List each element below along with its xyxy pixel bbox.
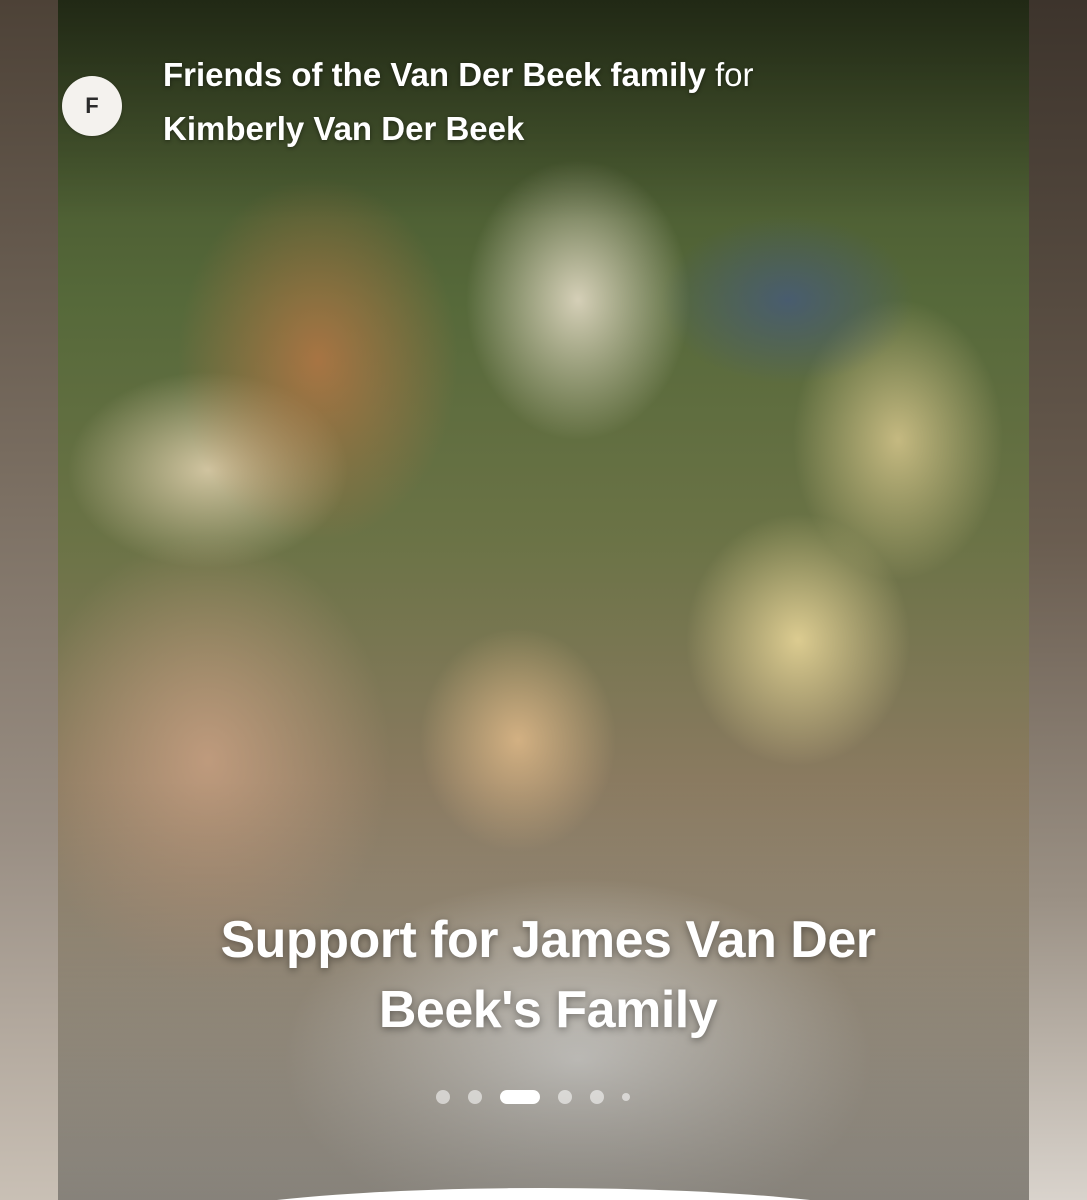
- carousel-dot-3-active[interactable]: [500, 1090, 540, 1104]
- carousel-dot-5[interactable]: [590, 1090, 604, 1104]
- campaign-title: Support for James Van Der Beek's Family: [220, 911, 876, 1039]
- carousel-dot-4[interactable]: [558, 1090, 572, 1104]
- organizer-name[interactable]: Friends of the Van Der Beek family: [163, 56, 706, 93]
- organizer-avatar[interactable]: F: [62, 76, 122, 136]
- organizer-connector: for: [715, 56, 754, 93]
- carousel-dot-1[interactable]: [436, 1090, 450, 1104]
- campaign-hero-card[interactable]: F Friends of the Van Der Beek family for…: [58, 0, 1029, 1200]
- carousel-pagination[interactable]: [436, 1088, 630, 1106]
- organizer-initial: F: [85, 93, 99, 118]
- carousel-dot-6[interactable]: [622, 1093, 630, 1101]
- blurred-right-edge: [1029, 0, 1087, 1200]
- beneficiary-name[interactable]: Kimberly Van Der Beek: [163, 110, 524, 147]
- carousel-dot-2[interactable]: [468, 1090, 482, 1104]
- blurred-left-edge: [0, 0, 58, 1200]
- organizer-line: Friends of the Van Der Beek family for K…: [163, 48, 923, 156]
